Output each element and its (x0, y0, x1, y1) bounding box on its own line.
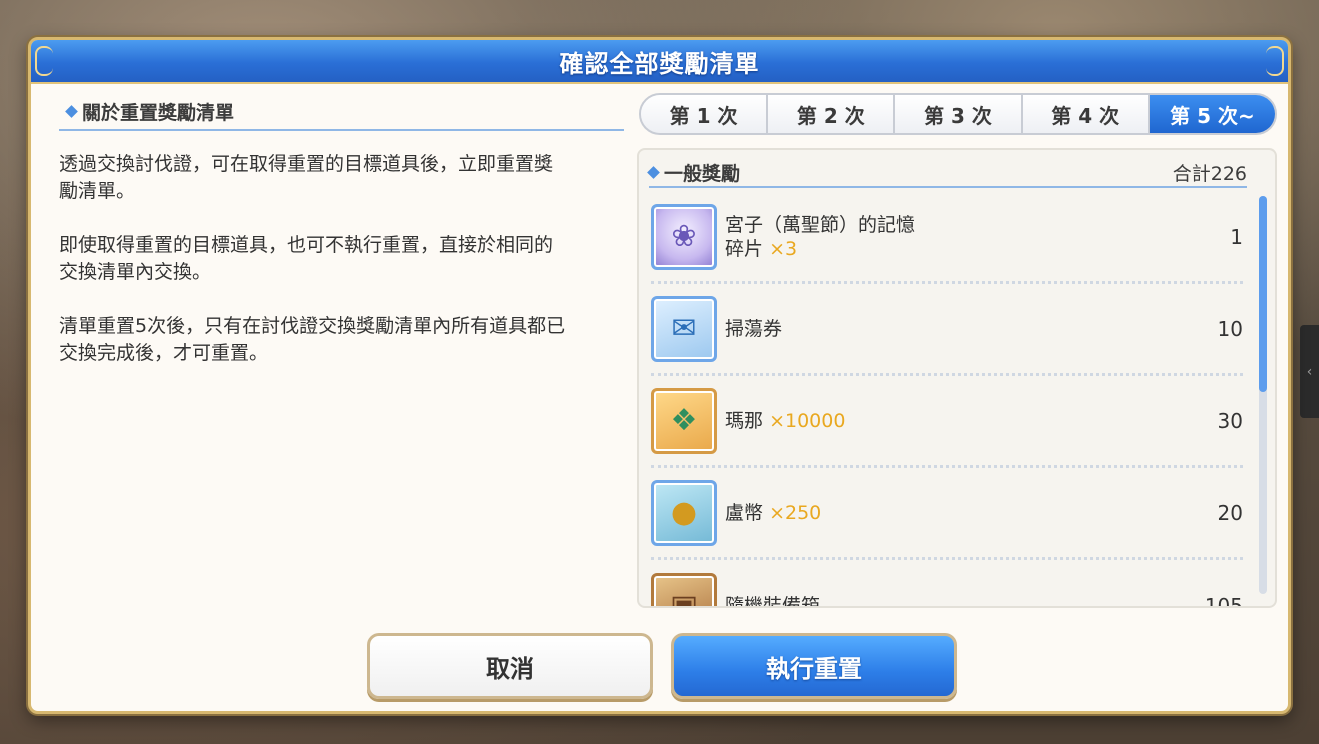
info-paragraph: 即使取得重置的目標道具，也可不執行重置，直接於相同的交換清單內交換。 (59, 234, 554, 283)
execute-reset-button[interactable]: 執行重置 (671, 633, 957, 699)
list-item: ● 盧幣 ×250 20 (651, 468, 1243, 560)
cancel-button[interactable]: 取消 (367, 633, 653, 699)
scrollbar-thumb[interactable] (1259, 196, 1267, 392)
diamond-bullet-icon (65, 105, 78, 118)
mana-icon: ❖ (651, 387, 717, 454)
scrollbar[interactable] (1259, 196, 1267, 594)
info-paragraph: 透過交換討伐證，可在取得重置的目標道具後，立即重置獎勵清單。 (59, 153, 554, 202)
list-item: ❀ 宮子（萬聖節）的記憶碎片 ×3 1 (651, 192, 1243, 284)
rupi-coin-icon: ● (651, 479, 717, 546)
reward-total: 合計226 (1172, 162, 1247, 185)
item-name: 隨機裝備箱 (725, 595, 821, 608)
item-name: 盧幣 ×250 (725, 501, 822, 524)
item-name: 宮子（萬聖節）的記憶碎片 ×3 (725, 213, 916, 260)
item-name: 掃蕩券 (725, 317, 783, 340)
diamond-bullet-icon (647, 165, 660, 179)
sweep-ticket-icon: ✉ (651, 295, 717, 362)
tab-reset-3[interactable]: 第 3 次 (895, 95, 1023, 133)
list-item: ❖ 瑪那 ×10000 30 (651, 376, 1243, 468)
reset-count-tabs: 第 1 次 第 2 次 第 3 次 第 4 次 第 5 次~ (639, 93, 1277, 135)
corner-ornament-right (1266, 46, 1284, 76)
tab-reset-4[interactable]: 第 4 次 (1022, 95, 1150, 133)
memory-shard-icon: ❀ (651, 203, 717, 270)
reward-list-header: 一般獎勵 合計226 (647, 158, 1247, 188)
chevron-left-icon: ‹ (1306, 363, 1313, 380)
tab-reset-5-plus[interactable]: 第 5 次~ (1149, 95, 1275, 133)
reward-list[interactable]: 一般獎勵 合計226 ❀ 宮子（萬聖節）的記憶碎片 ×3 1 ✉ 掃蕩券 10 … (637, 148, 1277, 608)
item-count: 10 (1217, 316, 1243, 341)
side-drawer-tab[interactable]: ‹ (1300, 325, 1319, 418)
reward-heading-label: 一般獎勵 (664, 162, 741, 185)
item-count: 20 (1217, 500, 1243, 525)
item-name: 瑪那 ×10000 (725, 409, 846, 432)
corner-ornament-left (35, 46, 53, 76)
tab-reset-2[interactable]: 第 2 次 (768, 95, 896, 133)
dialog-title: 確認全部獎勵清單 (559, 49, 760, 78)
dialog-header: 確認全部獎勵清單 (31, 40, 1288, 84)
tab-reset-1[interactable]: 第 1 次 (641, 95, 769, 133)
info-heading-label: 關於重置獎勵清單 (82, 102, 235, 124)
item-count: 105 (1204, 594, 1243, 608)
list-item: ✉ 掃蕩券 10 (651, 284, 1243, 376)
list-item: ▣ 隨機裝備箱 105 (651, 560, 1243, 608)
reward-list-dialog: 確認全部獎勵清單 關於重置獎勵清單 透過交換討伐證，可在取得重置的目標道具後，立… (28, 37, 1291, 714)
info-heading: 關於重置獎勵清單 (59, 98, 624, 131)
item-count: 30 (1217, 408, 1243, 433)
item-count: 1 (1230, 224, 1243, 249)
info-paragraph: 清單重置5次後，只有在討伐證交換獎勵清單內所有道具都已交換完成後，才可重置。 (59, 315, 566, 364)
equipment-box-icon: ▣ (651, 573, 717, 606)
info-panel: 關於重置獎勵清單 透過交換討伐證，可在取得重置的目標道具後，立即重置獎勵清單。 … (59, 98, 624, 367)
